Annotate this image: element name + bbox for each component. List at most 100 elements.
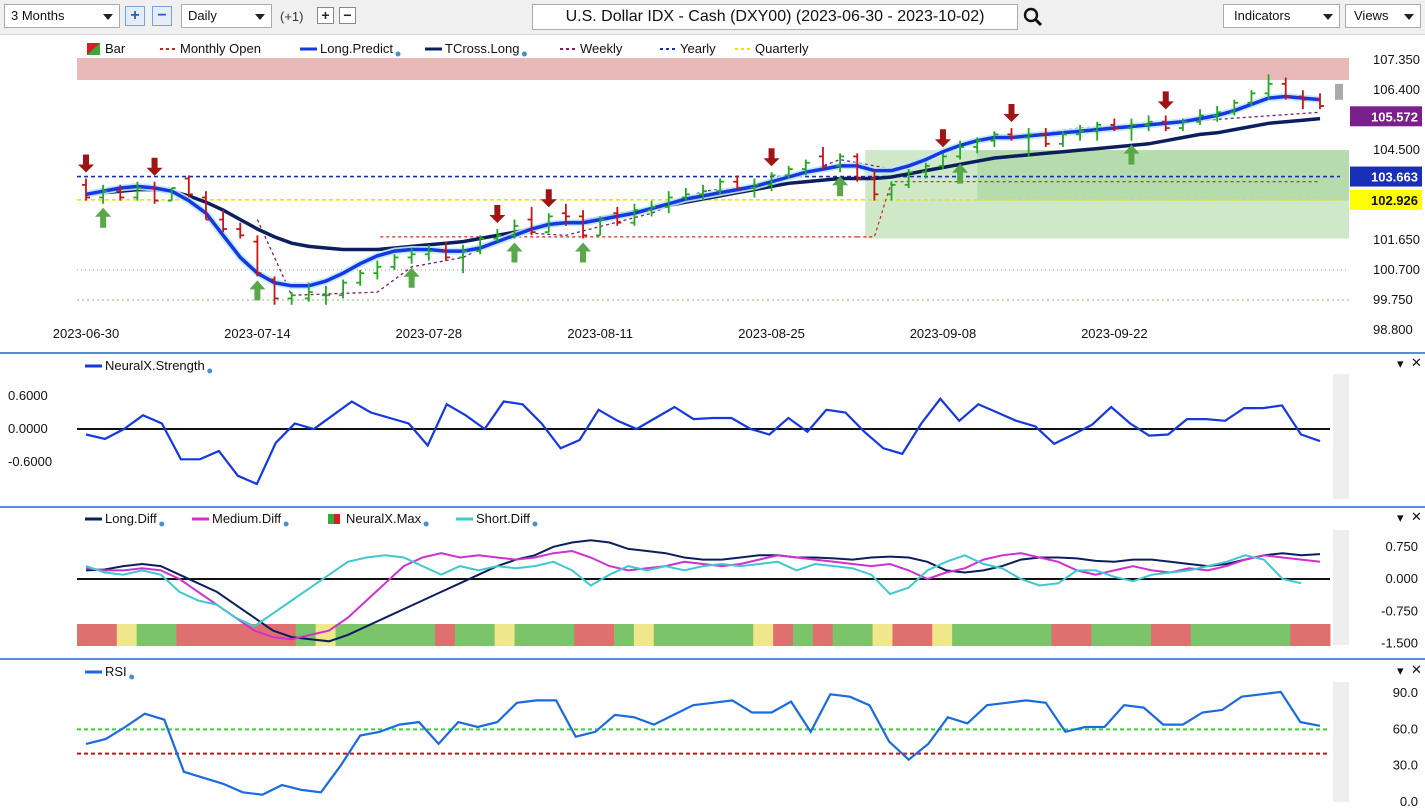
legend-swatch <box>328 514 334 524</box>
sell-arrow-icon <box>489 205 506 224</box>
regime-cell <box>534 624 555 646</box>
regime-cell <box>733 624 754 646</box>
regime-cell <box>832 624 854 646</box>
y-tick-label: 0.000 <box>1385 571 1418 586</box>
indicators-dropdown[interactable]: Indicators <box>1223 4 1340 28</box>
interval-select[interactable]: Daily <box>181 4 272 28</box>
buy-arrow-icon <box>249 280 266 301</box>
regime-cell <box>793 624 814 646</box>
legend-label: RSI <box>105 664 127 679</box>
zoom-in-button[interactable]: + <box>125 6 145 26</box>
support-zone <box>977 150 1349 201</box>
offset-minus-button[interactable]: − <box>339 7 356 24</box>
search-icon[interactable] <box>1022 6 1044 28</box>
price-chart[interactable]: 107.350 106.400 104.500 101.650 100.700 99.75… <box>0 34 1425 351</box>
y-tick-label: 99.750 <box>1373 292 1413 307</box>
legend-label: Quarterly <box>755 41 809 56</box>
regime-cell <box>176 624 197 646</box>
legend-label: Weekly <box>580 41 623 56</box>
regime-cell <box>852 624 874 646</box>
sell-arrow-icon <box>1003 104 1020 123</box>
regime-cell <box>1270 624 1291 646</box>
regime-cell <box>1131 624 1152 646</box>
legend-label: Long.Diff <box>105 511 157 526</box>
symbol-title: U.S. Dollar IDX - Cash (DXY00) (2023-06-… <box>565 8 985 25</box>
legend-label: Long.Predict <box>320 41 393 56</box>
views-dropdown[interactable]: Views <box>1345 4 1421 28</box>
regime-cell <box>1190 624 1212 646</box>
regime-cell <box>1210 624 1232 646</box>
x-tick-label: 2023-08-11 <box>567 326 633 341</box>
scrollbar <box>1333 682 1349 802</box>
regime-cell <box>1071 624 1092 646</box>
chevron-down-icon <box>103 14 113 20</box>
rsi-line <box>85 690 1321 796</box>
offset-plus-button[interactable]: + <box>317 7 334 24</box>
range-select-label: 3 Months <box>11 8 65 23</box>
chevron-down-icon <box>1323 14 1333 20</box>
legend-label: Bar <box>105 41 126 56</box>
settings-dot-icon <box>129 674 135 680</box>
short-diff-line <box>85 554 1302 628</box>
regime-cell <box>1170 624 1192 646</box>
x-tick-label: 2023-07-14 <box>224 326 291 341</box>
regime-cell <box>395 624 416 646</box>
regime-cell <box>474 624 496 646</box>
settings-dot-icon <box>207 368 213 374</box>
regime-cell <box>673 624 695 646</box>
sell-arrow-icon <box>1157 91 1174 110</box>
regime-cell <box>872 624 893 646</box>
regime-cell <box>1091 624 1112 646</box>
x-tick-label: 2023-08-25 <box>738 326 805 341</box>
settings-dot-icon <box>283 521 289 527</box>
regime-cell <box>494 624 516 646</box>
regime-cell <box>196 624 217 646</box>
range-select[interactable]: 3 Months <box>4 4 120 28</box>
x-tick-label: 2023-09-08 <box>910 326 977 341</box>
y-tick-label: 0.6000 <box>8 388 48 403</box>
rsi-chart[interactable]: 90.0 60.0 30.0 0.0 RSI <box>0 660 1425 812</box>
scrollbar <box>1333 530 1349 645</box>
offset-label: (+1) <box>280 9 304 24</box>
y-tick-label: 0.0 <box>1400 794 1418 809</box>
regime-cell <box>713 624 734 646</box>
regime-cell <box>633 624 655 646</box>
y-tick-label: 101.650 <box>1373 232 1420 247</box>
y-tick-label: -0.750 <box>1381 603 1418 618</box>
diff-chart[interactable]: 0.750 0.000 -0.750 -1.500 Long.Diff Medium.Di… <box>0 508 1425 657</box>
y-tick-label: 0.750 <box>1385 539 1418 554</box>
legend-label: Medium.Diff <box>212 511 282 526</box>
y-tick-label: 90.0 <box>1393 685 1418 700</box>
sell-arrow-icon <box>146 157 163 176</box>
regime-cell <box>1310 624 1331 646</box>
regime-cell <box>415 624 436 646</box>
buy-arrow-icon <box>95 207 112 228</box>
y-tick-label: -1.500 <box>1381 636 1418 651</box>
regime-cell <box>554 624 575 646</box>
symbol-title-field[interactable]: U.S. Dollar IDX - Cash (DXY00) (2023-06-… <box>532 4 1018 30</box>
y-tick-label: 98.800 <box>1373 322 1413 337</box>
neuralx-strength-chart[interactable]: 0.6000 0.0000 -0.6000 NeuralX.Strength <box>0 354 1425 505</box>
regime-cell <box>375 624 396 646</box>
settings-dot-icon <box>423 521 429 527</box>
regime-cell <box>1230 624 1251 646</box>
regime-cell <box>96 624 118 646</box>
regime-cell <box>812 624 834 646</box>
y-tick-label: 30.0 <box>1393 758 1418 773</box>
regime-cell <box>454 624 476 646</box>
legend-label: NeuralX.Strength <box>105 358 205 373</box>
regime-cell <box>514 624 535 646</box>
regime-cell <box>1290 624 1311 646</box>
sell-arrow-icon <box>763 148 780 167</box>
regime-cell <box>932 624 953 646</box>
regime-cell <box>435 624 456 646</box>
regime-cell <box>116 624 138 646</box>
price-tag-label: 102.926 <box>1371 193 1418 208</box>
y-tick-label: 60.0 <box>1393 721 1418 736</box>
sell-arrow-icon <box>934 129 951 148</box>
sell-arrow-icon <box>540 189 557 208</box>
y-tick-label: 104.500 <box>1373 142 1420 157</box>
neuralx-strength-line <box>85 397 1321 486</box>
zoom-out-button[interactable]: − <box>152 6 172 26</box>
regime-cell <box>773 624 794 646</box>
